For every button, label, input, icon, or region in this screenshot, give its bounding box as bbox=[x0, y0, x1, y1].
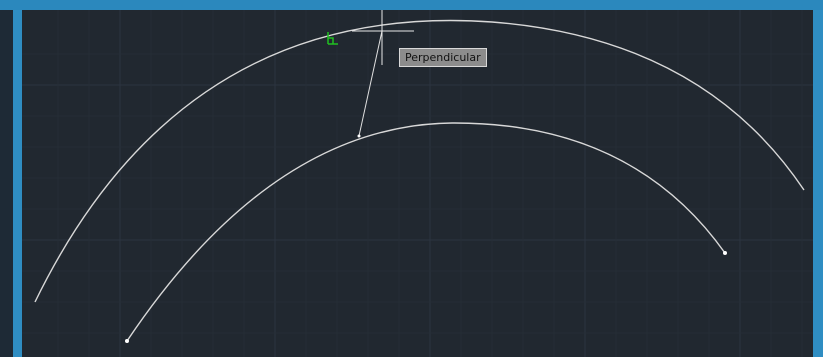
line-start-point bbox=[357, 134, 361, 138]
window-frame: Perpendicular bbox=[0, 0, 823, 357]
right-accent-bar bbox=[813, 10, 823, 357]
inner-arc[interactable] bbox=[126, 122, 726, 342]
left-accent-bar bbox=[13, 10, 22, 357]
inner-arc-start-point[interactable] bbox=[125, 339, 129, 343]
left-panel-edge bbox=[0, 10, 13, 357]
inner-arc-end-point[interactable] bbox=[723, 251, 727, 255]
osnap-tooltip: Perpendicular bbox=[399, 48, 487, 67]
drawing-canvas[interactable]: Perpendicular bbox=[22, 10, 813, 357]
construction-line bbox=[358, 30, 383, 137]
